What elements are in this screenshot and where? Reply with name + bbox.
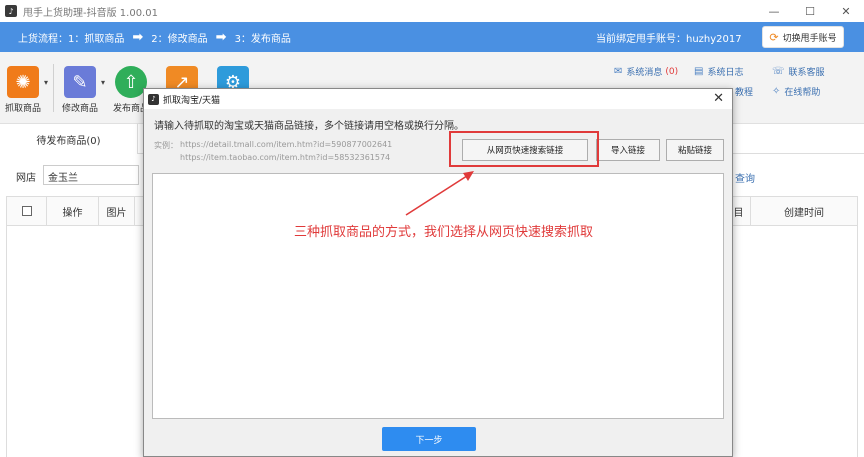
mail-icon: ✉ bbox=[614, 66, 623, 77]
dialog-titlebar: ♪ 抓取淘宝/天猫 ✕ bbox=[144, 89, 732, 109]
headset-icon: ☏ bbox=[772, 66, 785, 77]
edit-products-label: 修改商品 bbox=[61, 104, 98, 114]
window-controls: — ☐ ✕ bbox=[756, 0, 864, 22]
lightbulb-icon: ✧ bbox=[772, 86, 781, 97]
bound-account-label: 当前绑定甩手账号：huzhy2017 bbox=[596, 34, 742, 45]
links-textarea[interactable] bbox=[152, 173, 724, 419]
process-label: 上货流程： bbox=[18, 33, 68, 45]
app-logo-icon: ♪ bbox=[5, 5, 17, 17]
system-messages-label: 系统消息 bbox=[626, 68, 663, 78]
paste-links-button[interactable]: 粘贴链接 bbox=[666, 139, 724, 161]
document-icon: ▤ bbox=[694, 66, 704, 77]
edit-products-tool[interactable]: ✎ 修改商品 bbox=[55, 66, 105, 114]
annotation-text: 三种抓取商品的方式，我们选择从网页快速搜索抓取 bbox=[294, 225, 594, 240]
close-window-button[interactable]: ✕ bbox=[828, 0, 864, 22]
dialog-title: 抓取淘宝/天猫 bbox=[163, 95, 221, 106]
example-label: 实例： bbox=[154, 141, 178, 150]
spider-web-icon: ✺ bbox=[7, 66, 39, 98]
arrow-right-icon: ➡ bbox=[215, 29, 227, 45]
dialog-instruction: 请输入待抓取的淘宝或天猫商品链接，多个链接请用空格或换行分隔。 bbox=[154, 121, 464, 132]
online-help-link[interactable]: ✧ 在线帮助 bbox=[772, 85, 820, 98]
process-step-3: 3：发布商品 bbox=[234, 33, 291, 45]
tutorial-link[interactable]: 教程 bbox=[735, 85, 753, 98]
contact-support-label: 联系客服 bbox=[788, 68, 825, 78]
online-help-label: 在线帮助 bbox=[784, 88, 821, 98]
column-created-time: 创建时间 bbox=[784, 207, 824, 219]
system-log-link[interactable]: ▤ 系统日志 bbox=[694, 65, 743, 78]
example-url-taobao: https://item.taobao.com/item.htm?id=5853… bbox=[180, 153, 391, 162]
example-url-tmall: https://detail.tmall.com/item.htm?id=590… bbox=[180, 140, 393, 149]
window-title: 甩手上货助理-抖音版 1.00.01 bbox=[23, 7, 158, 19]
dialog-close-button[interactable]: ✕ bbox=[713, 91, 724, 106]
switch-account-label: 切换甩手账号 bbox=[782, 33, 837, 44]
caret-down-icon[interactable]: ▾ bbox=[101, 78, 105, 87]
switch-account-button[interactable]: ⟳ 切换甩手账号 bbox=[762, 26, 844, 48]
tab-pending-products[interactable]: 待发布商品(0) bbox=[0, 124, 138, 154]
messages-count-badge: (0) bbox=[665, 66, 679, 77]
app-logo-icon: ♪ bbox=[148, 93, 159, 105]
next-step-button[interactable]: 下一步 bbox=[382, 427, 476, 451]
grab-taobao-dialog: ♪ 抓取淘宝/天猫 ✕ 请输入待抓取的淘宝或天猫商品链接，多个链接请用空格或换行… bbox=[143, 88, 733, 457]
grab-products-tool[interactable]: ✺ 抓取商品 bbox=[0, 66, 48, 114]
pencil-icon: ✎ bbox=[64, 66, 96, 98]
system-log-label: 系统日志 bbox=[707, 68, 744, 78]
minimize-button[interactable]: — bbox=[756, 0, 792, 22]
contact-support-link[interactable]: ☏ 联系客服 bbox=[772, 65, 825, 78]
grab-products-label: 抓取商品 bbox=[4, 104, 41, 114]
process-step-1: 1：抓取商品 bbox=[68, 33, 125, 45]
toolbar-divider bbox=[53, 64, 54, 112]
query-link[interactable]: 查询 bbox=[735, 170, 755, 185]
shop-label: 网店 bbox=[16, 173, 36, 184]
import-links-button[interactable]: 导入链接 bbox=[596, 139, 660, 161]
highlight-box bbox=[449, 131, 599, 167]
caret-down-icon[interactable]: ▾ bbox=[44, 78, 48, 87]
refresh-icon: ⟳ bbox=[769, 30, 779, 44]
process-step-2: 2：修改商品 bbox=[151, 33, 208, 45]
tutorial-label: 教程 bbox=[735, 88, 754, 98]
shop-select[interactable]: 金玉兰 bbox=[43, 165, 139, 185]
window-titlebar: ♪ 甩手上货助理-抖音版 1.00.01 — ☐ ✕ bbox=[0, 0, 864, 22]
process-bar: 上货流程： 1：抓取商品 ➡ 2：修改商品 ➡ 3：发布商品 当前绑定甩手账号：… bbox=[0, 22, 864, 52]
column-image: 图片 bbox=[99, 197, 135, 225]
system-messages-link[interactable]: ✉ 系统消息 (0) bbox=[614, 65, 678, 78]
column-actions: 操作 bbox=[47, 197, 99, 225]
select-all-checkbox[interactable] bbox=[21, 206, 32, 216]
maximize-button[interactable]: ☐ bbox=[792, 0, 828, 22]
arrow-right-icon: ➡ bbox=[132, 29, 144, 45]
select-all-cell bbox=[7, 197, 47, 225]
